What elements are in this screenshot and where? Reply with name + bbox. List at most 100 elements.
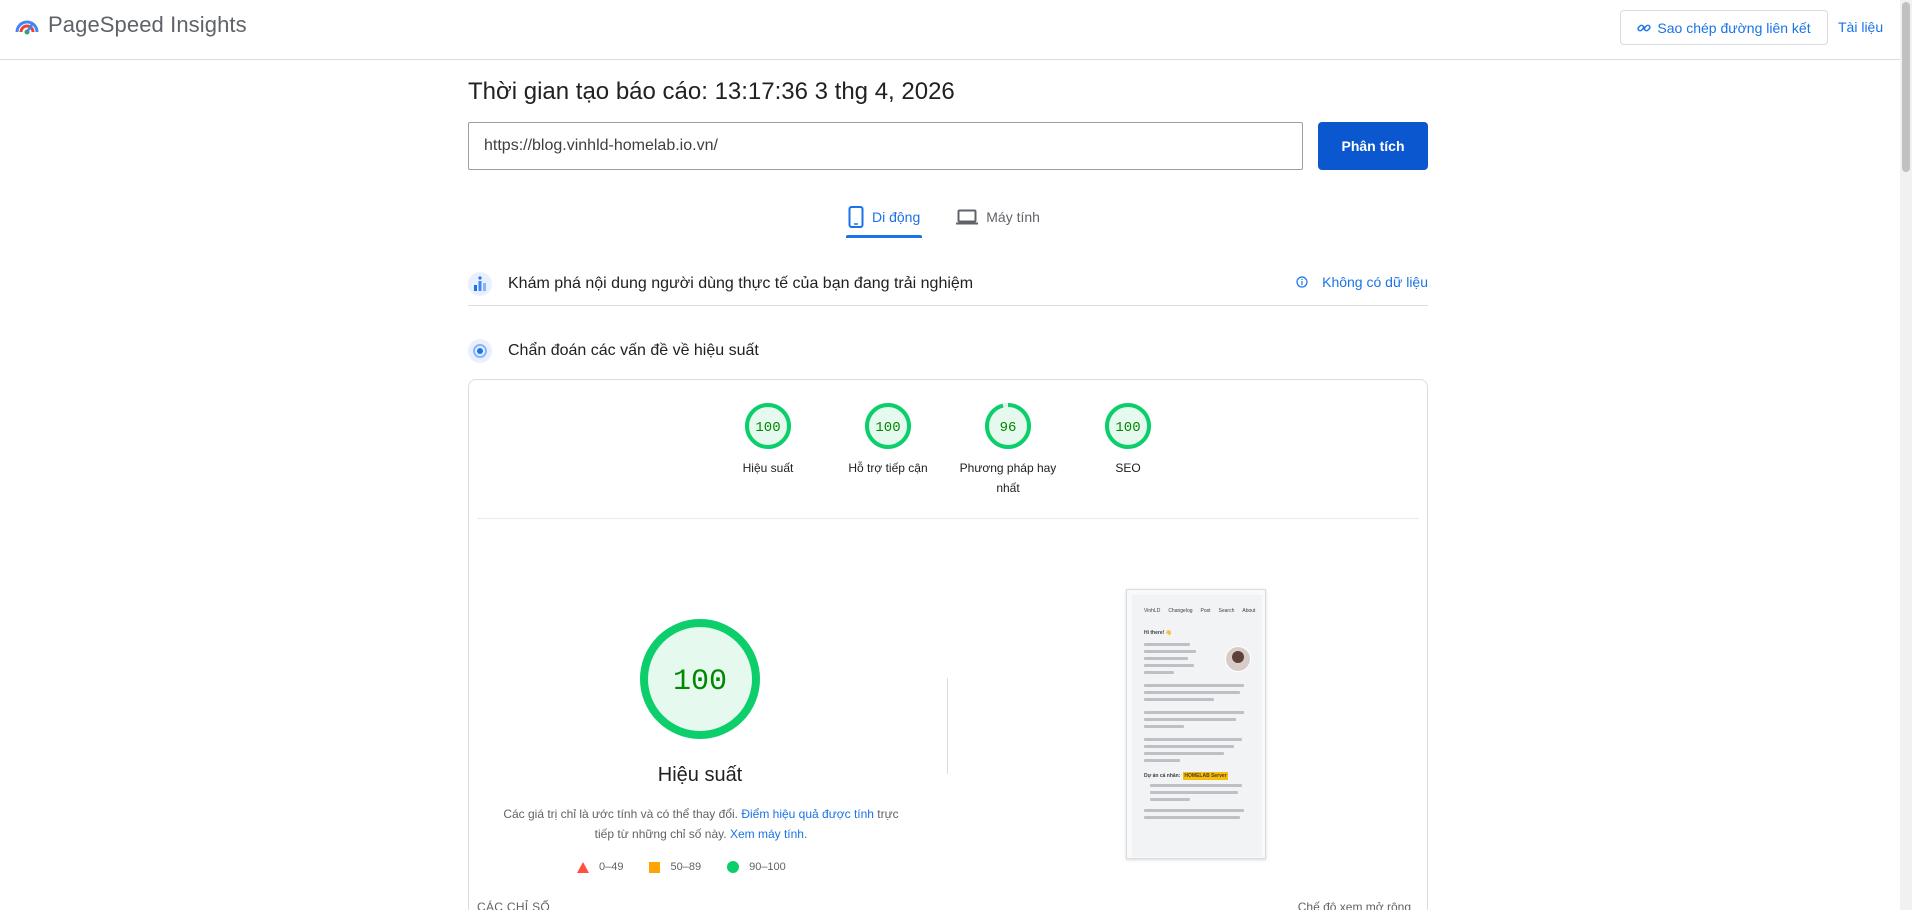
screenshot-text-line [1150,791,1238,794]
square-icon [649,861,661,873]
disclaimer-text-1: Các giá trị chỉ là ước tính và có thể th… [503,807,742,821]
score-gauge-label: SEO [1115,461,1141,475]
card-divider [477,518,1419,519]
score-gauge-item[interactable]: 96 Phương pháp hay nhất [948,402,1068,498]
screenshot-nav-item: Post [1200,608,1211,614]
screenshot-text-line [1144,691,1240,694]
score-gauge-ring: 100 [745,403,791,449]
info-icon [1296,276,1308,288]
top-bar: PageSpeed Insights Sao chép đường liên k… [0,0,1900,60]
screenshot-text-line [1144,759,1180,762]
screenshot-nav-item: Search [1218,608,1235,614]
screenshot-project-name: HOMELAB Server [1183,772,1228,780]
screenshot-text-line [1144,643,1190,646]
vertical-divider [947,678,948,774]
screenshot-text-line [1144,657,1188,660]
legend-poor: 0–49 [577,861,623,873]
screenshot-text-line [1144,752,1224,755]
performance-gauge[interactable]: 100 [639,618,761,740]
score-gauges: 100 Hiệu suất 100 Hỗ trợ tiếp cận 96 Phương p… [469,402,1427,498]
diagnose-title: Chẩn đoán các vấn đề về hiệu suất [508,342,759,359]
screenshot-nav: VinhLD Changelog Post Search About [1144,607,1255,615]
pagespeed-logo-icon [15,20,39,35]
page-screenshot[interactable]: VinhLD Changelog Post Search About Hi th… [1126,589,1266,859]
score-gauge-ring: 96 [985,403,1031,449]
screenshot-text-line [1150,784,1242,787]
screenshot-text-line [1144,738,1242,741]
screenshot-nav-item: About [1242,608,1256,614]
score-gauge-item[interactable]: 100 Hỗ trợ tiếp cận [828,402,948,498]
score-gauge-item[interactable]: 100 Hiệu suất [708,402,828,498]
crux-title: Khám phá nội dung người dùng thực tế của… [508,274,974,292]
score-gauge-ring: 100 [1105,403,1151,449]
legend-average-range: 50–89 [670,861,702,873]
no-data-label: Không có dữ liệu [1322,274,1428,290]
tab-desktop-label: Máy tính [986,209,1040,225]
score-gauge-value: 96 [1000,420,1017,436]
docs-link[interactable]: Tài liệu [1838,19,1883,35]
url-input[interactable] [468,122,1303,170]
score-gauge-value: 100 [875,420,900,436]
score-gauge-item[interactable]: 100 SEO [1068,402,1188,498]
screenshot-project-line: Dự án cá nhân: HOMELAB Server [1144,772,1250,780]
performance-disclaimer: Các giá trị chỉ là ước tính và có thể th… [501,804,901,844]
smartphone-icon [848,206,864,228]
screenshot-text-line [1144,745,1234,748]
report-card: 100 Hiệu suất 100 Hỗ trợ tiếp cận 96 Phương p… [468,379,1428,910]
screenshot-text-line [1144,816,1240,819]
report-time: Thời gian tạo báo cáo: 13:17:36 3 thg 4,… [468,78,955,105]
metrics-heading: CÁC CHỈ SỐ [477,900,551,910]
screenshot-nav-item: Changelog [1168,608,1193,614]
screenshot-content: VinhLD Changelog Post Search About Hi th… [1132,595,1262,857]
score-gauge-ring: 100 [865,403,911,449]
circle-icon [727,861,740,873]
screenshot-text-line [1144,698,1214,701]
tab-desktop[interactable]: Máy tính [954,198,1042,236]
score-gauge-value: 100 [755,420,780,436]
screenshot-text-line [1144,711,1244,714]
diagnose-section: Chẩn đoán các vấn đề về hiệu suất [468,336,1428,366]
performance-label: Hiệu suất [657,764,743,786]
score-legend: 0–49 50–89 90–100 [577,861,812,873]
analyze-button[interactable]: Phân tích [1318,122,1428,170]
screenshot-avatar [1225,646,1251,672]
score-gauge-label: Hỗ trợ tiếp cận [848,461,928,475]
tab-mobile[interactable]: Di động [846,198,923,238]
copy-link-label: Sao chép đường liên kết [1657,19,1811,36]
score-gauge-label: Phương pháp hay nhất [959,461,1057,495]
legend-good-range: 90–100 [749,861,786,873]
app-title: PageSpeed Insights [48,12,247,37]
tab-mobile-label: Di động [872,209,921,225]
screenshot-text-line [1144,684,1244,687]
score-gauge-label: Hiệu suất [742,461,794,475]
screenshot-greeting: Hi there! 👋 [1144,630,1172,636]
legend-poor-range: 0–49 [599,861,624,873]
link-icon [1637,24,1651,31]
screenshot-text-line [1144,664,1194,667]
no-data-link[interactable]: Không có dữ liệu [1296,274,1428,290]
screenshot-text-line [1144,650,1196,653]
device-tabs: Di động Máy tính [846,198,1074,238]
performance-gauge-value: 100 [673,665,727,699]
view-calculator-link[interactable]: Xem máy tính. [730,827,807,841]
screenshot-text-line [1144,671,1174,674]
screenshot-text-line [1144,718,1236,721]
brand[interactable]: PageSpeed Insights [14,12,247,38]
score-calc-link[interactable]: Điểm hiệu quả được tính [741,807,874,821]
lighthouse-icon [468,339,492,363]
expanded-view-toggle[interactable]: Chế độ xem mở rộng [1298,900,1411,910]
scrollbar-thumb[interactable] [1902,2,1910,172]
legend-average: 50–89 [649,861,701,873]
score-gauge-value: 100 [1115,420,1140,436]
legend-good: 90–100 [727,861,786,873]
laptop-icon [956,209,979,225]
users-chart-icon [468,271,492,296]
page-scrollbar[interactable] [1900,0,1912,910]
screenshot-nav-item: VinhLD [1144,608,1161,614]
copy-link-button[interactable]: Sao chép đường liên kết [1620,10,1828,45]
triangle-icon [577,861,589,873]
screenshot-text-line [1144,809,1244,812]
crux-section: Khám phá nội dung người dùng thực tế của… [468,262,1428,306]
screenshot-text-line [1150,798,1190,801]
screenshot-project-label: Dự án cá nhân: [1144,773,1181,779]
